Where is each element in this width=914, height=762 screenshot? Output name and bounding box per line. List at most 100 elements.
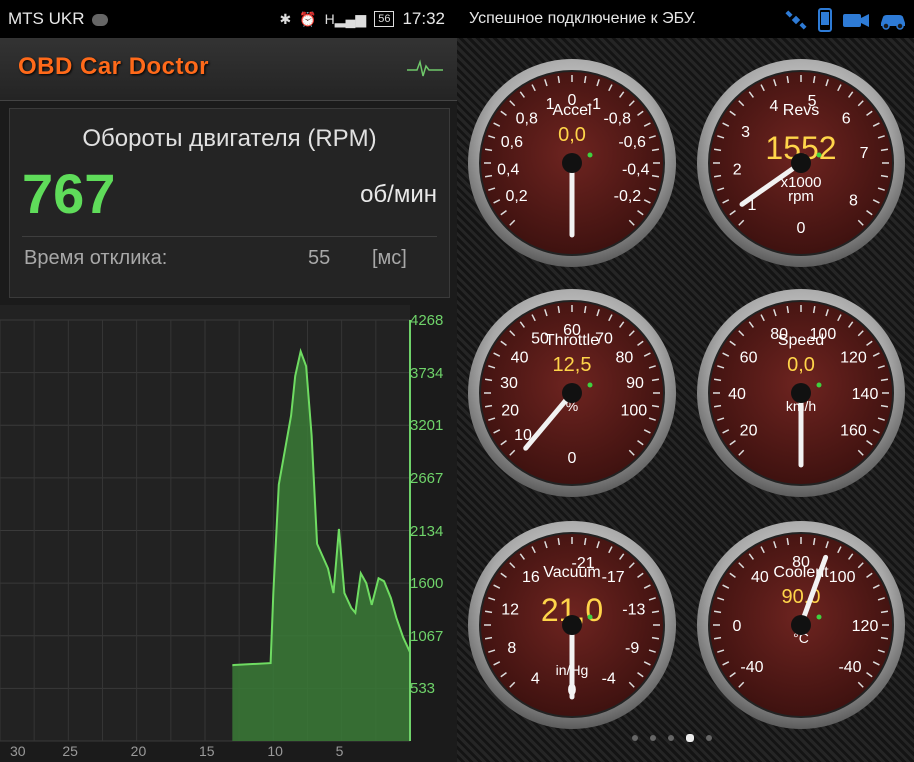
gauge-tick-label: 6 <box>842 111 851 128</box>
alarm-icon: ⏰ <box>299 10 317 27</box>
bluetooth-icon: ✱ <box>279 10 292 27</box>
gauge-label: Speed <box>778 332 824 349</box>
gauge-tick-label: 160 <box>840 423 867 440</box>
rpm-graph: 4268 3734 3201 2667 2134 1600 1067 533 30 25 20 15… <box>0 305 457 762</box>
gauge-unit: rpm <box>788 188 814 205</box>
gauge-tick-label: 0 <box>733 618 742 635</box>
gauge-label: Throttle <box>545 332 599 349</box>
gauge-tick-label: 60 <box>740 349 758 366</box>
obd-car-doctor-panel: MTS UKR ✱ ⏰ H▂▄▆ 56 17:32 OBD Car Doctor… <box>0 0 457 762</box>
rpm-info-card: Обороты двигателя (RPM) 767 об/мин Время… <box>9 108 450 298</box>
gauge-tick-label: 8 <box>849 193 858 210</box>
gauge-tick-label: 120 <box>852 618 879 635</box>
page-dot[interactable] <box>632 735 638 741</box>
status-icons: ✱ ⏰ H▂▄▆ 56 17:32 <box>279 9 445 29</box>
gauge-revs: 1234 56780Revs1552x1000rpm <box>697 59 905 267</box>
gauge-tick-label: 2 <box>733 162 742 179</box>
gauge-tick-label: 0,4 <box>497 162 519 179</box>
rpm-value: 767 <box>22 162 116 225</box>
gauge-tick-label: -40 <box>740 659 763 676</box>
gauge-tick-label: -4 <box>602 670 616 687</box>
gauge-tick-label: 4 <box>769 98 778 115</box>
gauge-tick-label: -13 <box>622 601 645 618</box>
gauge-throttle: 1020304050607080901000Throttle12,5% <box>468 289 676 497</box>
gauge-hub <box>562 153 582 173</box>
gauge-tick-label: 0,8 <box>516 111 538 128</box>
rpm-graph-canvas <box>0 305 411 742</box>
gauge-indicator-dot <box>816 152 822 158</box>
network-type: H <box>324 10 335 27</box>
gauge-indicator-dot <box>816 382 822 388</box>
gauge-vacuum: 481216-21-17-13-9-40Vacuum21,0in/Hg <box>468 521 676 729</box>
divider <box>22 236 437 237</box>
x-tick-label: 10 <box>267 743 283 759</box>
y-tick-label: 1600 <box>410 575 444 593</box>
gauge-tick-label: -40 <box>838 659 861 676</box>
gauge-tick-label: 0,2 <box>505 188 527 205</box>
gauge-tick-label: 90 <box>626 375 644 392</box>
gauge-tick-label: -0,6 <box>618 134 646 151</box>
clock: 17:32 <box>402 9 445 28</box>
gauge-indicator-dot <box>587 152 593 158</box>
gauge-hub <box>562 615 582 635</box>
carrier-label: MTS UKR <box>8 9 109 29</box>
y-tick-label: 533 <box>410 680 436 698</box>
gauge-label: Revs <box>783 102 819 119</box>
x-tick-label: 25 <box>62 743 78 759</box>
gauge-tick-label: 80 <box>616 349 634 366</box>
gauge-indicator-dot <box>587 614 593 620</box>
x-tick-label: 30 <box>10 743 26 759</box>
gauges-canvas: 0,20,40,60,81 0 -1-0,8-0,6-0,4-0,2Accel0,0… <box>468 59 905 729</box>
y-tick-label: 3734 <box>410 364 444 382</box>
gauge-tick-label: 3 <box>741 124 750 141</box>
y-tick-label: 4268 <box>410 312 444 329</box>
app-title: OBD Car Doctor <box>18 53 210 80</box>
x-tick-label: 20 <box>130 743 147 759</box>
gauge-label: Vacuum <box>543 564 601 581</box>
gauge-tick-label: 120 <box>840 349 867 366</box>
y-tick-label: 1067 <box>410 627 444 645</box>
gauge-tick-label: -0,2 <box>614 188 642 205</box>
x-tick-label: 15 <box>199 743 215 759</box>
gauge-label: Accel <box>552 102 591 119</box>
pulse-icon[interactable] <box>407 58 443 80</box>
gauge-indicator-dot <box>587 382 593 388</box>
gauge-hub <box>791 153 811 173</box>
battery-icon: 56 <box>374 11 395 27</box>
x-tick-label: 5 <box>335 743 344 759</box>
gauge-tick-label: 140 <box>852 386 879 403</box>
y-tick-label: 2667 <box>410 469 444 487</box>
gauge-tick-label: 40 <box>511 349 529 366</box>
page-indicator[interactable] <box>632 734 712 742</box>
gauge-hub <box>791 383 811 403</box>
page-dot[interactable] <box>668 735 674 741</box>
gauge-hub <box>791 615 811 635</box>
gauge-tick-label: 8 <box>507 640 516 657</box>
page-dot[interactable] <box>706 735 712 741</box>
gauge-tick-label: 40 <box>728 386 746 403</box>
gauge-tick-label: 0 <box>797 220 806 237</box>
page-dot[interactable] <box>650 735 656 741</box>
gauge-hub <box>562 383 582 403</box>
gauge-tick-label: 40 <box>751 569 769 586</box>
gauge-value: 0,0 <box>787 354 815 376</box>
notification-icon <box>92 13 109 26</box>
gauge-indicator-dot <box>816 614 822 620</box>
gauge-value: 0,0 <box>558 124 586 146</box>
gauge-tick-label: -9 <box>625 640 639 657</box>
gauge-tick-label: 20 <box>501 403 519 420</box>
gauge-tick-label: 20 <box>740 423 758 440</box>
gauge-value: 12,5 <box>553 354 592 376</box>
gauge-coolent: -4004080100120-40Coolent90,0°C <box>697 521 905 729</box>
y-tick-label: 3201 <box>410 417 444 435</box>
gauge-tick-label: 12 <box>501 601 519 618</box>
gauge-tick-label: 16 <box>522 569 540 586</box>
signal-icon: H▂▄▆ <box>324 10 367 27</box>
gauge-tick-label: -17 <box>602 569 625 586</box>
gauge-accel: 0,20,40,60,81 0 -1-0,8-0,6-0,4-0,2Accel0,0 <box>468 59 676 267</box>
gauge-tick-label: 100 <box>620 403 647 420</box>
gauge-tick-label: 7 <box>860 145 869 162</box>
gauge-speed: 20406080100120140160Speed0,0km/h <box>697 289 905 497</box>
page-dot-active[interactable] <box>686 734 694 742</box>
gauge-tick-label: 100 <box>829 569 856 586</box>
